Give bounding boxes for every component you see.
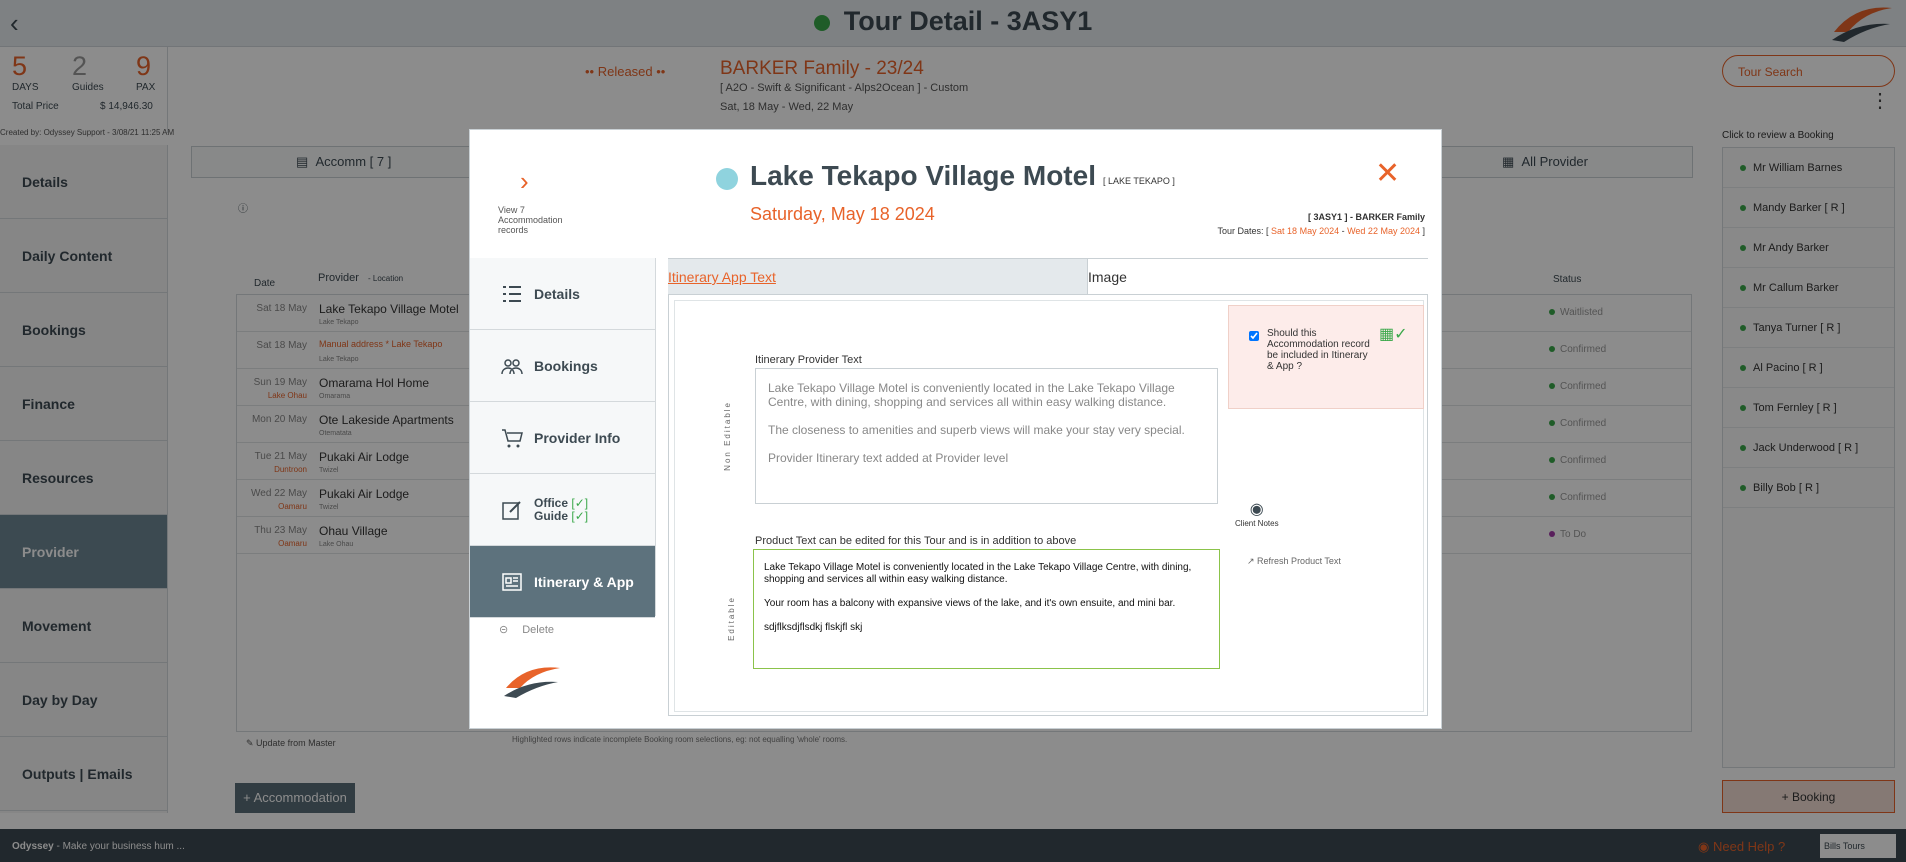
- menu-item-provider-info[interactable]: Provider Info: [470, 402, 655, 474]
- include-checkbox[interactable]: [1249, 331, 1259, 341]
- mobile-check-icon: ▦✓: [1379, 326, 1408, 343]
- menu-item-bookings[interactable]: Bookings: [470, 330, 655, 402]
- content-panel: Non Editable Itinerary Provider Text Lak…: [668, 294, 1428, 716]
- client-notes-label: Client Notes: [1235, 519, 1279, 528]
- tab-label: Itinerary App Text: [668, 269, 776, 285]
- menu-item-details[interactable]: Details: [470, 258, 655, 330]
- product-text-label: Product Text can be edited for this Tour…: [755, 535, 1077, 547]
- content-tabs: Itinerary App Text Image: [668, 258, 1428, 295]
- menu-item-office-guide[interactable]: Office [✓] Guide [✓]: [470, 474, 655, 546]
- provider-status-dot: [716, 168, 738, 190]
- tab-label: Image: [1088, 269, 1127, 285]
- delete-label: Delete: [522, 624, 555, 636]
- menu-label: Details: [534, 285, 580, 302]
- menu-label-guide: Guide: [534, 508, 569, 523]
- cart-icon: [502, 428, 523, 447]
- tour-end: Wed 22 May 2024: [1347, 226, 1420, 236]
- product-text-p1: Lake Tekapo Village Motel is convenientl…: [764, 562, 1192, 585]
- date-bracket: ]: [1419, 226, 1425, 236]
- client-notes-button[interactable]: ◉ Client Notes: [1235, 499, 1279, 528]
- delete-button[interactable]: ⊝ Delete: [499, 623, 555, 636]
- view-records: View 7 Accommodation records: [498, 205, 563, 235]
- menu-label: Itinerary & App: [534, 573, 634, 590]
- refresh-product-text[interactable]: ↗ Refresh Product Text: [1247, 556, 1341, 567]
- menu-item-itinerary-app[interactable]: Itinerary & App: [470, 546, 655, 618]
- users-icon: [501, 358, 523, 374]
- non-editable-label: Non Editable: [723, 401, 732, 471]
- tab-itinerary-app-text[interactable]: Itinerary App Text: [668, 259, 1088, 295]
- modal-date: Saturday, May 18 2024: [750, 204, 935, 224]
- brand-logo: [504, 667, 560, 698]
- share-icon: ↗: [1247, 556, 1258, 566]
- provider-text-p1: Lake Tekapo Village Motel is convenientl…: [768, 381, 1175, 409]
- include-in-itinerary-box: Should this Accommodation record be incl…: [1228, 305, 1424, 409]
- tour-start: Sat 18 May 2024: [1271, 226, 1340, 236]
- provider-text-p3: Provider Itinerary text added at Provide…: [768, 451, 1009, 465]
- menu-label: Office: [534, 495, 569, 510]
- edit-icon: [502, 500, 521, 520]
- product-text-p3: sdjflksdjflsdkj flskjfl skj: [764, 622, 863, 633]
- check-icon: [✓]: [571, 508, 589, 523]
- content-inner: Non Editable Itinerary Provider Text Lak…: [674, 300, 1424, 712]
- minus-circle-icon: ⊝: [499, 624, 509, 636]
- list-icon: [503, 285, 521, 302]
- menu-label: Bookings: [534, 357, 598, 374]
- chevron-right-icon[interactable]: ›: [520, 166, 529, 197]
- provider-text-label: Itinerary Provider Text: [755, 354, 862, 366]
- product-text-p2: Your room has a balcony with expansive v…: [764, 598, 1176, 609]
- include-label: Should this Accommodation record be incl…: [1267, 328, 1370, 372]
- location-tag: [ LAKE TEKAPO ]: [1103, 176, 1175, 186]
- product-text-editor[interactable]: Lake Tekapo Village Motel is convenientl…: [753, 549, 1220, 669]
- tour-ref: [ 3ASY1 ] - BARKER Family: [1307, 212, 1425, 222]
- provider-text-p2: The closeness to amenities and superb vi…: [768, 423, 1185, 437]
- provider-text-box: Lake Tekapo Village Motel is convenientl…: [755, 368, 1218, 504]
- modal-title: Lake Tekapo Village Motel: [750, 160, 1096, 191]
- modal-menu: Details Bookings Provider Info Office [✓…: [470, 258, 656, 618]
- tab-image[interactable]: Image: [1088, 259, 1127, 285]
- provider-modal: › View 7 Accommodation records Lake Teka…: [469, 129, 1442, 729]
- tour-dates-label: Tour Dates: [: [1217, 226, 1272, 236]
- newspaper-icon: [502, 572, 522, 591]
- check-icon: [✓]: [571, 495, 589, 510]
- date-dash: -: [1339, 226, 1348, 236]
- menu-label: Provider Info: [534, 429, 621, 446]
- close-icon[interactable]: ✕: [1375, 159, 1400, 189]
- refresh-label: Refresh Product Text: [1257, 556, 1341, 566]
- editable-label: Editable: [727, 596, 736, 641]
- group-icon: ◉: [1249, 501, 1264, 518]
- tour-date-range: Tour Dates: [ Sat 18 May 2024 - Wed 22 M…: [1218, 226, 1425, 236]
